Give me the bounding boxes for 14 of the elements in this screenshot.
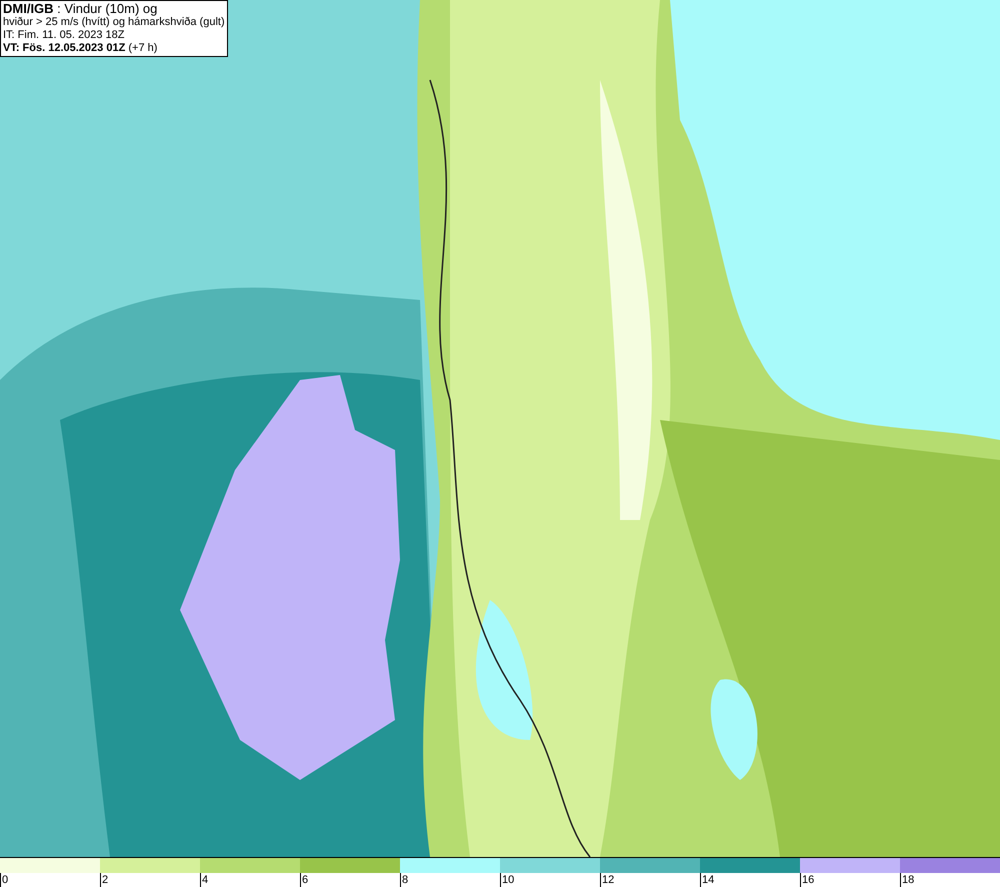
title-line: hviður > 25 m/s (hvítt) og hámarkshviða (gult) [3, 16, 225, 29]
legend-label: 2 [101, 873, 108, 887]
legend-label: 4 [201, 873, 208, 887]
legend-label: 18 [901, 873, 914, 887]
legend-label: 12 [601, 873, 614, 887]
legend-label: 16 [801, 873, 814, 887]
legend-label: 10 [501, 873, 514, 887]
title-line: DMI/IGB : Vindur (10m) og [3, 2, 158, 16]
title-line: VT: Fös. 12.05.2023 01Z (+7 h) [3, 42, 158, 55]
legend-label: 8 [401, 873, 408, 887]
title-line: IT: Fim. 11. 05. 2023 18Z [3, 29, 126, 42]
legend-label: 0 [1, 873, 8, 887]
legend-label: 14 [701, 873, 714, 887]
legend-label: 6 [301, 873, 308, 887]
